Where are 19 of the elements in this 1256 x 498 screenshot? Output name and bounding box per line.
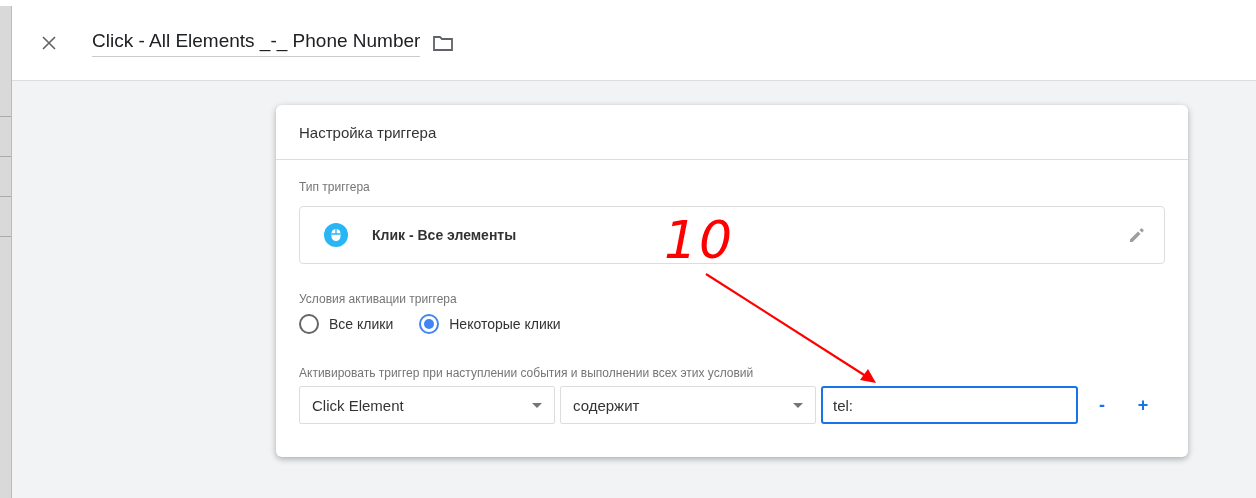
pencil-icon[interactable] [1128,226,1146,244]
folder-icon[interactable] [433,35,454,51]
radio-option[interactable]: Некоторые клики [419,314,561,334]
section-label: Тип триггера [299,180,371,194]
operator-dropdown[interactable]: содержит [560,386,816,424]
mouse-icon [324,223,348,247]
trigger-name-field[interactable]: Click - All Elements _-_ Phone Number [92,29,421,57]
value-input[interactable]: tel: [821,386,1078,424]
variable-dropdown[interactable]: Click Element [299,386,555,424]
section-label: Условия активации триггера [299,292,458,306]
caret-icon [793,402,803,408]
handwritten-number: 10 [664,214,735,266]
remove-condition-button[interactable]: - [1085,393,1119,417]
card-title: Настройка триггера [276,105,1188,160]
section-label: Активировать триггер при наступлении события и выполнении всех этих условий [299,366,755,380]
trigger-type-name: Клик - Все элементы [372,227,518,243]
add-condition-button[interactable]: + [1126,393,1160,417]
radio-option[interactable]: Все клики [299,314,394,334]
caret-icon [532,402,542,408]
